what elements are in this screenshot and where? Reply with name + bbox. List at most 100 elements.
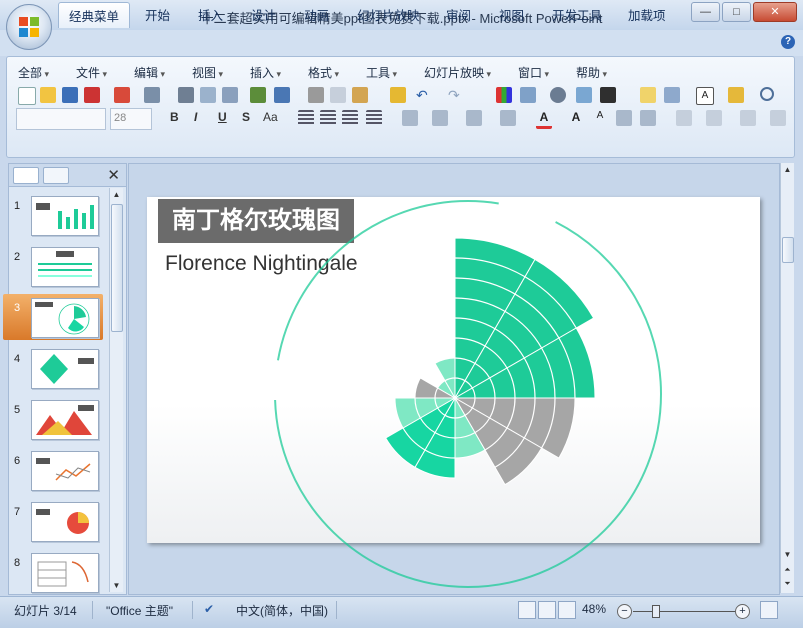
- decrease-indent-icon[interactable]: [616, 110, 632, 126]
- slide-thumbnail[interactable]: [31, 502, 99, 542]
- language-indicator[interactable]: 中文(简体，中国): [236, 602, 328, 619]
- slides-pane-scrollbar[interactable]: ▲ ▼: [109, 188, 123, 592]
- spell-icon[interactable]: [222, 87, 238, 103]
- theme-name[interactable]: "Office 主题": [106, 602, 173, 619]
- spelling-check-icon[interactable]: ✔: [204, 602, 214, 616]
- close-button[interactable]: ✕: [753, 2, 797, 22]
- align-left-icon[interactable]: [298, 110, 314, 126]
- outline-tab[interactable]: [43, 167, 69, 184]
- slide-thumbnail[interactable]: [31, 196, 99, 236]
- redo-toolbar-icon[interactable]: ↷: [448, 87, 464, 103]
- shrink-font-icon[interactable]: A: [592, 110, 608, 126]
- text-direction-icon[interactable]: [432, 110, 448, 126]
- slide-title[interactable]: 南丁格尔玫瑰图: [158, 199, 354, 243]
- search-icon[interactable]: [760, 87, 774, 101]
- textbox-icon[interactable]: A: [696, 87, 714, 105]
- table-icon[interactable]: [520, 87, 536, 103]
- research-icon[interactable]: [250, 87, 266, 103]
- format-painter-icon[interactable]: [390, 87, 406, 103]
- fit-to-window-icon[interactable]: [760, 601, 778, 619]
- cut-icon[interactable]: [308, 87, 324, 103]
- increase-indent-icon[interactable]: [640, 110, 656, 126]
- zoom-level[interactable]: 48%: [582, 602, 606, 616]
- tab-animations[interactable]: 动画: [304, 5, 329, 24]
- save-icon[interactable]: [62, 87, 78, 103]
- justify-icon[interactable]: [366, 110, 382, 126]
- shadow-button[interactable]: S: [242, 110, 250, 124]
- menu-edit[interactable]: 编辑: [134, 64, 165, 81]
- preview-icon[interactable]: [200, 87, 216, 103]
- fill-color-icon[interactable]: [600, 87, 616, 103]
- menu-file[interactable]: 文件: [76, 64, 107, 81]
- tab-slideshow[interactable]: 幻灯片放映: [357, 5, 420, 24]
- slide-thumbnail[interactable]: [31, 400, 99, 440]
- menu-help[interactable]: 帮助: [576, 64, 607, 81]
- bullets-icon[interactable]: [500, 110, 516, 126]
- grow-font-icon[interactable]: A: [568, 110, 584, 126]
- permission-icon[interactable]: [84, 87, 100, 103]
- scroll-thumb[interactable]: [111, 204, 123, 332]
- slide-thumbnail[interactable]: [31, 451, 99, 491]
- undo-toolbar-icon[interactable]: ↶: [416, 87, 432, 103]
- underline-button[interactable]: U: [218, 110, 227, 124]
- tab-home[interactable]: 开始: [145, 5, 170, 24]
- tab-review[interactable]: 审阅: [446, 5, 471, 24]
- shape-fill-icon[interactable]: [770, 110, 786, 126]
- copy-icon[interactable]: [330, 87, 346, 103]
- quick-styles-icon[interactable]: [740, 110, 756, 126]
- print-icon[interactable]: [178, 87, 194, 103]
- zoom-slider-track[interactable]: [633, 611, 737, 612]
- scroll-down-icon[interactable]: ▼: [781, 550, 794, 559]
- scroll-thumb[interactable]: [782, 237, 794, 263]
- align-center-icon[interactable]: [320, 110, 336, 126]
- close-pane-icon[interactable]: ✕: [107, 166, 120, 184]
- slide-thumbnail[interactable]: [31, 553, 99, 593]
- italic-button[interactable]: I: [194, 110, 197, 124]
- previous-slide-icon[interactable]: ⏶: [781, 565, 794, 575]
- new-icon[interactable]: [18, 87, 36, 105]
- arrange-icon[interactable]: [706, 110, 722, 126]
- columns-icon[interactable]: [402, 110, 418, 126]
- office-button[interactable]: [6, 4, 52, 50]
- menu-all[interactable]: 全部: [18, 64, 49, 81]
- translate-icon[interactable]: [274, 87, 290, 103]
- font-color-icon[interactable]: A: [536, 110, 552, 129]
- paste-icon[interactable]: [352, 87, 368, 103]
- zoom-out-icon[interactable]: −: [617, 604, 632, 619]
- tab-view[interactable]: 视图: [499, 5, 524, 24]
- menu-view[interactable]: 视图: [192, 64, 223, 81]
- zoom-slider-knob[interactable]: [652, 605, 660, 618]
- print-preview-icon[interactable]: [144, 87, 160, 103]
- slide-canvas[interactable]: 南丁格尔玫瑰图 Florence Nightingale: [147, 197, 760, 543]
- tab-developer[interactable]: 开发工具: [552, 5, 602, 24]
- numbering-icon[interactable]: [466, 110, 482, 126]
- align-right-icon[interactable]: [342, 110, 358, 126]
- open-icon[interactable]: [40, 87, 56, 103]
- normal-view-icon[interactable]: [518, 601, 536, 619]
- change-case-button[interactable]: Aa: [263, 110, 278, 124]
- menu-window[interactable]: 窗口: [518, 64, 549, 81]
- new-slide-icon[interactable]: [640, 87, 656, 103]
- menu-format[interactable]: 格式: [308, 64, 339, 81]
- clip-art-icon[interactable]: [550, 87, 566, 103]
- editor-scrollbar[interactable]: ▲ ▼ ⏶ ⏷: [780, 163, 794, 593]
- help-icon[interactable]: ?: [781, 35, 795, 49]
- font-size-combo[interactable]: 28: [110, 108, 152, 130]
- scroll-up-icon[interactable]: ▲: [110, 190, 123, 199]
- zoom-in-icon[interactable]: +: [735, 604, 750, 619]
- layout-icon[interactable]: [664, 87, 680, 103]
- next-slide-icon[interactable]: ⏷: [781, 579, 794, 589]
- tab-addins[interactable]: 加载项: [628, 5, 666, 24]
- slides-tab[interactable]: [13, 167, 39, 184]
- slide-thumbnail[interactable]: [31, 349, 99, 389]
- scroll-up-icon[interactable]: ▲: [781, 165, 794, 174]
- chart-icon[interactable]: [496, 87, 512, 103]
- slide-subtitle[interactable]: Florence Nightingale: [165, 252, 358, 276]
- menu-slideshow[interactable]: 幻灯片放映: [424, 64, 491, 81]
- slide-sorter-icon[interactable]: [538, 601, 556, 619]
- menu-insert[interactable]: 插入: [250, 64, 281, 81]
- shapes-icon[interactable]: [676, 110, 692, 126]
- scroll-down-icon[interactable]: ▼: [110, 581, 123, 590]
- slide-thumbnail-selected[interactable]: [31, 298, 99, 338]
- bold-button[interactable]: B: [170, 110, 179, 124]
